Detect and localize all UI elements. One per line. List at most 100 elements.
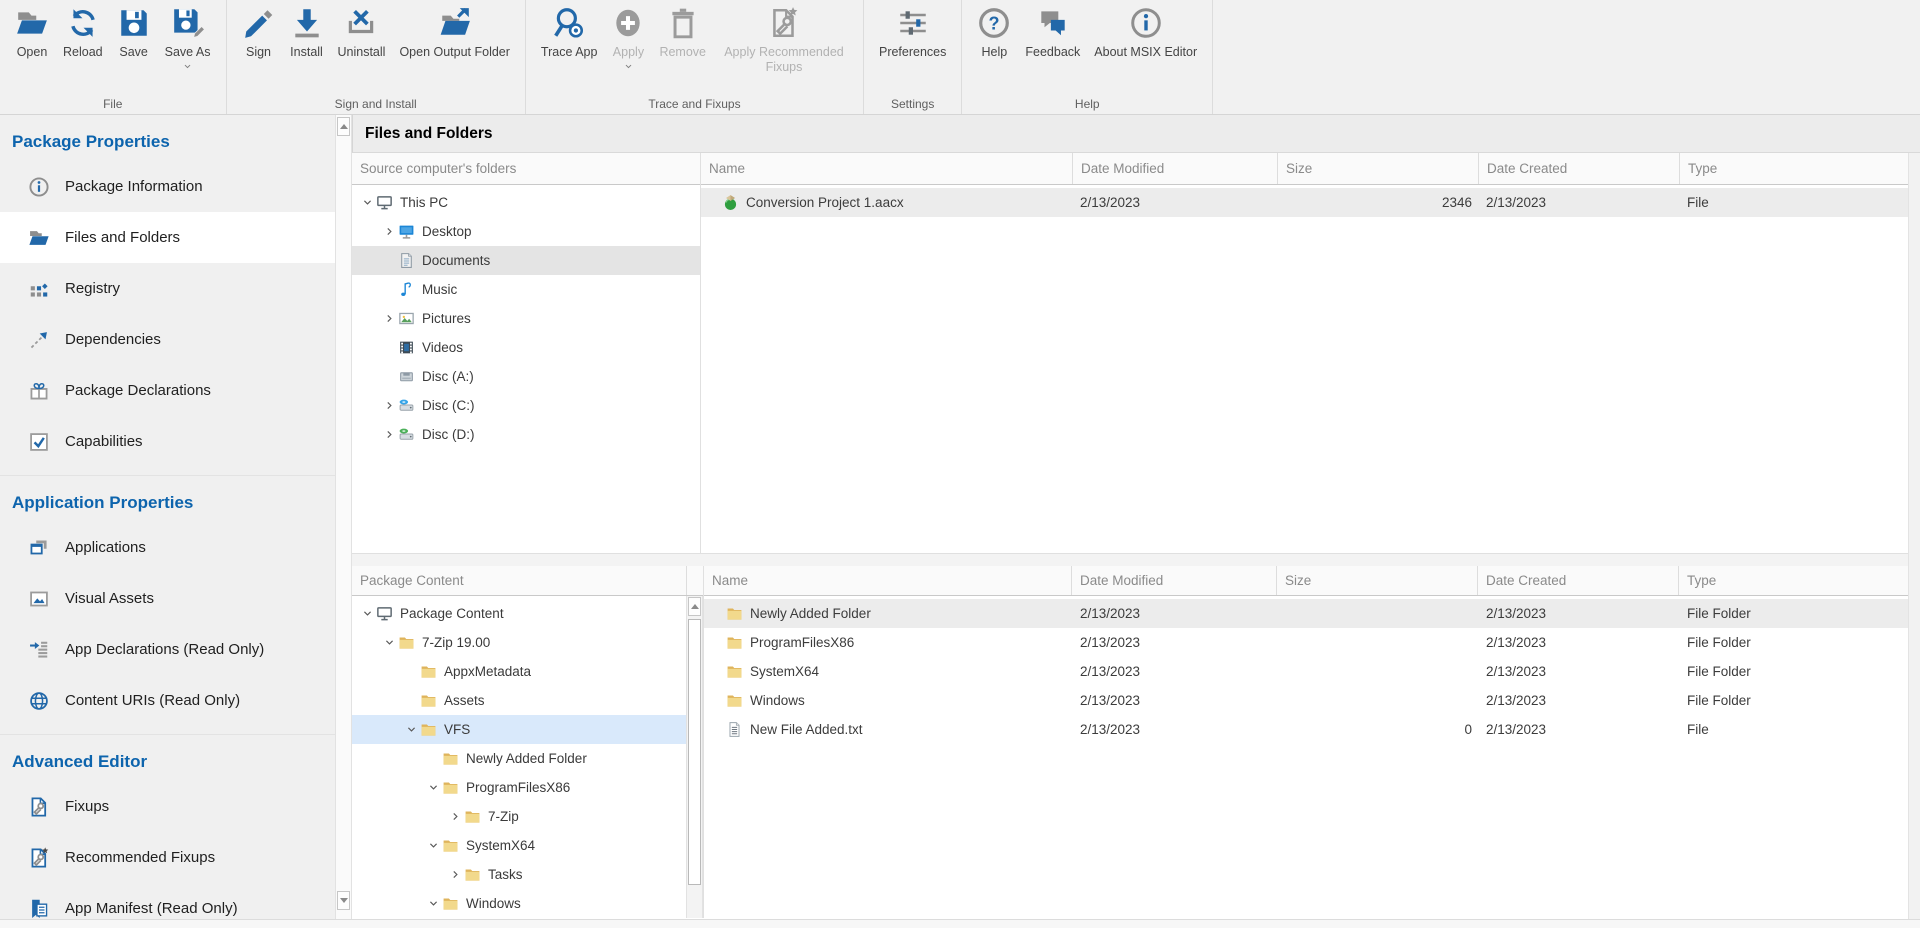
tree-item-disc-d[interactable]: Disc (D:) [352, 420, 700, 449]
sidebar-scrollbar[interactable] [335, 115, 352, 919]
column-header-type[interactable]: Type [1679, 153, 1908, 184]
open-output-folder-button[interactable]: Open Output Folder [392, 0, 516, 60]
tree-item-pictures[interactable]: Pictures [352, 304, 700, 333]
sidebar-item-app-manifest-read-only[interactable]: App Manifest (Read Only) [0, 883, 335, 919]
tree-item-newly-added-folder[interactable]: Newly Added Folder [352, 744, 686, 773]
file-row-windows[interactable]: Windows2/13/20232/13/2023File Folder [704, 686, 1908, 715]
chevron-open-icon[interactable] [428, 840, 439, 851]
expand-toggle[interactable] [380, 226, 398, 237]
sidebar-item-capabilities[interactable]: Capabilities [0, 416, 335, 467]
sidebar-item-package-information[interactable]: Package Information [0, 161, 335, 212]
chevron-closed-icon[interactable] [450, 811, 461, 822]
install-button[interactable]: Install [283, 0, 331, 60]
tree-item-this-pc[interactable]: This PC [352, 188, 700, 217]
tree-item-vfs[interactable]: VFS [352, 715, 686, 744]
preferences-button[interactable]: Preferences [872, 0, 953, 60]
tree-item-music[interactable]: Music [352, 275, 700, 304]
help-button[interactable]: Help [970, 0, 1018, 60]
tree-item-7-zip-19-00[interactable]: 7-Zip 19.00 [352, 628, 686, 657]
tree-item-windows[interactable]: Windows [352, 889, 686, 918]
tree-item-7-zip[interactable]: 7-Zip [352, 802, 686, 831]
file-row-systemx64[interactable]: SystemX642/13/20232/13/2023File Folder [704, 657, 1908, 686]
sidebar-item-fixups[interactable]: Fixups [0, 781, 335, 832]
expand-toggle[interactable] [358, 608, 376, 619]
sidebar-item-app-declarations-read-only[interactable]: App Declarations (Read Only) [0, 624, 335, 675]
tree-item-label: Pictures [422, 311, 471, 326]
sidebar-item-content-uris-read-only[interactable]: Content URIs (Read Only) [0, 675, 335, 726]
expand-toggle[interactable] [446, 811, 464, 822]
column-header-date-modified[interactable]: Date Modified [1071, 566, 1276, 595]
about-msix-editor-button[interactable]: About MSIX Editor [1087, 0, 1204, 60]
sidebar-item-files-and-folders[interactable]: Files and Folders [0, 212, 335, 263]
package-tree-scrollbar[interactable] [686, 596, 703, 918]
open-button[interactable]: Open [8, 0, 56, 60]
tree-item-programfilesx86[interactable]: ProgramFilesX86 [352, 773, 686, 802]
sign-button[interactable]: Sign [235, 0, 283, 60]
button-label: Save As [165, 45, 211, 60]
tree-item-desktop[interactable]: Desktop [352, 217, 700, 246]
sidebar-item-dependencies[interactable]: Dependencies [0, 314, 335, 365]
chevron-open-icon[interactable] [362, 197, 373, 208]
expand-toggle[interactable] [358, 197, 376, 208]
expand-toggle[interactable] [446, 869, 464, 880]
package-tree-scroll-up-button[interactable] [688, 597, 701, 616]
chevron-closed-icon[interactable] [384, 400, 395, 411]
chevron-closed-icon[interactable] [384, 226, 395, 237]
sidebar-item-applications[interactable]: Applications [0, 522, 335, 573]
expand-toggle[interactable] [424, 840, 442, 851]
sidebar-item-registry[interactable]: Registry [0, 263, 335, 314]
expand-toggle[interactable] [380, 637, 398, 648]
sidebar-item-recommended-fixups[interactable]: Recommended Fixups [0, 832, 335, 883]
expand-toggle[interactable] [380, 429, 398, 440]
chevron-open-icon[interactable] [362, 608, 373, 619]
save-as-button[interactable]: Save As [158, 0, 218, 71]
right-scrollbar-gutter[interactable] [1908, 153, 1920, 919]
column-header-type[interactable]: Type [1678, 566, 1907, 595]
column-header-date-modified[interactable]: Date Modified [1072, 153, 1277, 184]
tree-item-package-content[interactable]: Package Content [352, 599, 686, 628]
tree-item-systemx64[interactable]: SystemX64 [352, 831, 686, 860]
package-tree-scroll-thumb[interactable] [688, 619, 701, 885]
chevron-open-icon[interactable] [384, 637, 395, 648]
reload-button[interactable]: Reload [56, 0, 110, 60]
dropdown-chevron-icon[interactable] [182, 62, 193, 71]
uninstall-button[interactable]: Uninstall [331, 0, 393, 60]
chevron-open-icon[interactable] [428, 782, 439, 793]
tree-item-videos[interactable]: Videos [352, 333, 700, 362]
trace-app-button[interactable]: Trace App [534, 0, 605, 60]
file-row-conversion-project-1-aacx[interactable]: Conversion Project 1.aacx2/13/202323462/… [700, 188, 1908, 217]
sidebar-section-advanced-editor: Advanced EditorFixupsRecommended FixupsA… [0, 734, 335, 919]
expand-toggle[interactable] [424, 782, 442, 793]
tree-item-documents[interactable]: Documents [352, 246, 700, 275]
tree-item-appxmetadata[interactable]: AppxMetadata [352, 657, 686, 686]
triangle-up-icon [340, 124, 348, 129]
file-row-new-file-added-txt[interactable]: New File Added.txt2/13/202302/13/2023Fil… [704, 715, 1908, 744]
chevron-closed-icon[interactable] [450, 869, 461, 880]
sidebar-scroll-up-button[interactable] [337, 117, 350, 136]
tree-item-disc-a[interactable]: Disc (A:) [352, 362, 700, 391]
chevron-closed-icon[interactable] [384, 313, 395, 324]
sidebar-item-package-declarations[interactable]: Package Declarations [0, 365, 335, 416]
file-row-newly-added-folder[interactable]: Newly Added Folder2/13/20232/13/2023File… [704, 599, 1908, 628]
column-header-date-created[interactable]: Date Created [1477, 566, 1678, 595]
column-header-name[interactable]: Name [703, 566, 1071, 595]
expand-toggle[interactable] [402, 724, 420, 735]
chevron-open-icon[interactable] [428, 898, 439, 909]
expand-toggle[interactable] [380, 313, 398, 324]
column-header-size[interactable]: Size [1276, 566, 1477, 595]
tree-item-assets[interactable]: Assets [352, 686, 686, 715]
sidebar-scroll-down-button[interactable] [337, 891, 350, 910]
expand-toggle[interactable] [424, 898, 442, 909]
save-button[interactable]: Save [110, 0, 158, 60]
tree-item-tasks[interactable]: Tasks [352, 860, 686, 889]
expand-toggle[interactable] [380, 400, 398, 411]
chevron-closed-icon[interactable] [384, 429, 395, 440]
tree-item-disc-c[interactable]: Disc (C:) [352, 391, 700, 420]
feedback-button[interactable]: Feedback [1018, 0, 1087, 60]
sidebar-item-visual-assets[interactable]: Visual Assets [0, 573, 335, 624]
chevron-open-icon[interactable] [406, 724, 417, 735]
file-row-programfilesx86[interactable]: ProgramFilesX862/13/20232/13/2023File Fo… [704, 628, 1908, 657]
column-header-date-created[interactable]: Date Created [1478, 153, 1679, 184]
column-header-name[interactable]: Name [700, 153, 1072, 184]
column-header-size[interactable]: Size [1277, 153, 1478, 184]
